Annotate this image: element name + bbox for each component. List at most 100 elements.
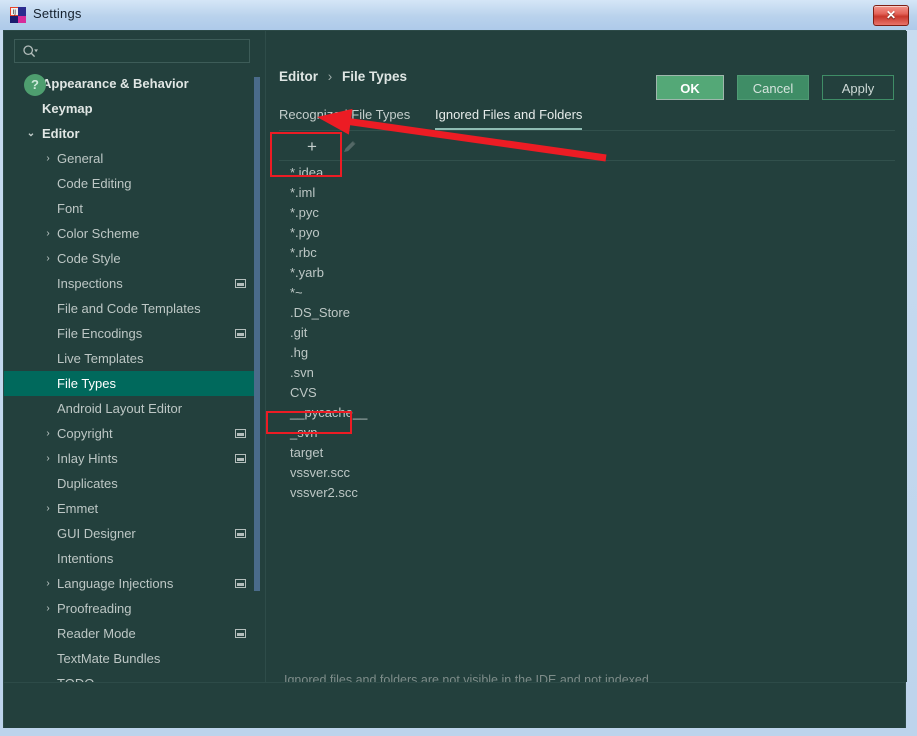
chevron-right-icon[interactable]: › bbox=[41, 496, 55, 521]
settings-dialog: ›Appearance & BehaviorKeymap⌄Editor›Gene… bbox=[3, 30, 907, 728]
sidebar-item-keymap[interactable]: Keymap bbox=[4, 96, 260, 121]
ignored-list-item[interactable]: target bbox=[279, 443, 895, 463]
chevron-right-icon[interactable]: › bbox=[41, 421, 55, 446]
ignored-list-item[interactable]: __pycache__ bbox=[279, 403, 895, 423]
sidebar-item-label: Proofreading bbox=[57, 601, 132, 616]
edit-ignored-pattern-button[interactable] bbox=[339, 137, 361, 157]
ignored-list-item[interactable]: .svn bbox=[279, 363, 895, 383]
breadcrumb: Editor › File Types bbox=[279, 69, 407, 84]
sidebar-item-label: Duplicates bbox=[57, 476, 118, 491]
ignored-list-item[interactable]: .git bbox=[279, 323, 895, 343]
sidebar-item-color-scheme[interactable]: › Color Scheme bbox=[4, 221, 260, 246]
intellij-logo-icon: IJ bbox=[10, 7, 26, 23]
sidebar-item-intentions[interactable]: Intentions bbox=[4, 546, 260, 571]
sidebar-scrollbar-thumb[interactable] bbox=[254, 77, 260, 591]
sidebar-item-todo[interactable]: TODO bbox=[4, 671, 260, 682]
cancel-button[interactable]: Cancel bbox=[737, 75, 809, 100]
sidebar-item-proofreading[interactable]: › Proofreading bbox=[4, 596, 260, 621]
ignored-list-item[interactable]: CVS bbox=[279, 383, 895, 403]
ignored-files-list[interactable]: *.idea *.iml *.pyc *.pyo *.rbc *.yarb *~ .DS_St… bbox=[279, 163, 895, 663]
close-window-button[interactable]: ✕ bbox=[873, 5, 909, 26]
close-icon: ✕ bbox=[885, 8, 897, 22]
sidebar-item-copyright[interactable]: › Copyright bbox=[4, 421, 260, 446]
chevron-down-icon[interactable]: ⌄ bbox=[24, 121, 38, 146]
sidebar-item-file-and-code-templates[interactable]: File and Code Templates bbox=[4, 296, 260, 321]
tab-ignored-files-and-folders[interactable]: Ignored Files and Folders bbox=[435, 99, 583, 130]
sidebar-item-label: File Types bbox=[57, 376, 117, 391]
project-scope-icon bbox=[235, 329, 246, 338]
ignored-list-item[interactable]: _svn bbox=[279, 423, 895, 443]
chevron-right-icon[interactable]: › bbox=[41, 146, 55, 171]
help-question-icon: ? bbox=[31, 77, 39, 92]
ignored-list-item[interactable]: .DS_Store bbox=[279, 303, 895, 323]
settings-window: IJ Settings ✕ › Appearance & Behavior Keym… bbox=[0, 0, 917, 736]
sidebar-item-android-layout-editor[interactable]: Android Layout Editor bbox=[4, 396, 260, 421]
sidebar-item-font[interactable]: Font bbox=[4, 196, 260, 221]
sidebar-item-reader-mode[interactable]: Reader Mode bbox=[4, 621, 260, 646]
sidebar-item-label: General bbox=[57, 151, 104, 166]
sidebar-item-duplicates[interactable]: Duplicates bbox=[4, 471, 260, 496]
project-scope-icon bbox=[235, 629, 246, 638]
sidebar-item-label: Keymap bbox=[42, 101, 93, 116]
help-button[interactable]: ? bbox=[24, 74, 46, 96]
sidebar-item-label: Android Layout Editor bbox=[57, 401, 183, 416]
sidebar-item-gui-designer[interactable]: GUI Designer bbox=[4, 521, 260, 546]
breadcrumb-parent[interactable]: Editor bbox=[279, 69, 318, 84]
ignored-list-item[interactable]: *.pyc bbox=[279, 203, 895, 223]
ok-button[interactable]: OK bbox=[656, 75, 724, 100]
sidebar-item-label: Inlay Hints bbox=[57, 451, 118, 466]
sidebar-item-label: Font bbox=[57, 201, 84, 216]
chevron-right-icon[interactable]: › bbox=[41, 596, 55, 621]
sidebar-item-label: Language Injections bbox=[57, 576, 174, 591]
sidebar-item-label: Editor bbox=[42, 126, 80, 141]
ignored-list-item[interactable]: *.pyo bbox=[279, 223, 895, 243]
sidebar-item-label: Color Scheme bbox=[57, 226, 140, 241]
search-input[interactable] bbox=[14, 39, 250, 63]
ignored-list-item[interactable]: .hg bbox=[279, 343, 895, 363]
sidebar-item-textmate-bundles[interactable]: TextMate Bundles bbox=[4, 646, 260, 671]
sidebar-item-file-encodings[interactable]: File Encodings bbox=[4, 321, 260, 346]
add-ignored-pattern-button[interactable]: + bbox=[301, 137, 323, 157]
file-types-tabs[interactable]: Recognized File Types Ignored Files and F… bbox=[266, 99, 907, 131]
ignored-list-item[interactable]: *.yarb bbox=[279, 263, 895, 283]
ignored-files-hint: Ignored files and folders are not visibl… bbox=[284, 673, 649, 682]
ignored-list-item[interactable]: vssver.scc bbox=[279, 463, 895, 483]
sidebar-item-editor[interactable]: ⌄ Editor bbox=[4, 121, 260, 146]
chevron-right-icon[interactable]: › bbox=[41, 446, 55, 471]
sidebar-item-language-injections[interactable]: › Language Injections bbox=[4, 571, 260, 596]
sidebar-item-label: File Encodings bbox=[57, 326, 143, 341]
ignored-list-item[interactable]: *.idea bbox=[279, 163, 895, 183]
ignored-list-item[interactable]: *.iml bbox=[279, 183, 895, 203]
apply-button[interactable]: Apply bbox=[822, 75, 894, 100]
sidebar-item-label: GUI Designer bbox=[57, 526, 136, 541]
project-scope-icon bbox=[235, 454, 246, 463]
sidebar-item-code-style[interactable]: › Code Style bbox=[4, 246, 260, 271]
sidebar-item-label: Reader Mode bbox=[57, 626, 136, 641]
sidebar-item-live-templates[interactable]: Live Templates bbox=[4, 346, 260, 371]
settings-tree[interactable]: ›Appearance & BehaviorKeymap⌄Editor›Gene… bbox=[4, 71, 260, 682]
tab-recognized-file-types[interactable]: Recognized File Types bbox=[279, 99, 410, 130]
title-bar: IJ Settings ✕ bbox=[0, 0, 917, 30]
sidebar-item-label: Live Templates bbox=[57, 351, 144, 366]
sidebar-item-label: Code Style bbox=[57, 251, 121, 266]
sidebar-item-general[interactable]: › General bbox=[4, 146, 260, 171]
sidebar-item-label: Copyright bbox=[57, 426, 113, 441]
chevron-right-icon[interactable]: › bbox=[41, 221, 55, 246]
window-title: Settings bbox=[33, 6, 82, 21]
sidebar-item-code-editing[interactable]: Code Editing bbox=[4, 171, 260, 196]
ignored-list-item[interactable]: *~ bbox=[279, 283, 895, 303]
chevron-right-icon[interactable]: › bbox=[41, 246, 55, 271]
sidebar-item-emmet[interactable]: › Emmet bbox=[4, 496, 260, 521]
svg-text:IJ: IJ bbox=[13, 9, 17, 16]
project-scope-icon bbox=[235, 279, 246, 288]
sidebar-item-file-types[interactable]: File Types bbox=[4, 371, 260, 396]
ignored-list-item[interactable]: vssver2.scc bbox=[279, 483, 895, 503]
ignored-list-item[interactable]: *.rbc bbox=[279, 243, 895, 263]
sidebar-item-inspections[interactable]: Inspections bbox=[4, 271, 260, 296]
sidebar-item-inlay-hints[interactable]: › Inlay Hints bbox=[4, 446, 260, 471]
project-scope-icon bbox=[235, 529, 246, 538]
sidebar-item-label: Appearance & Behavior bbox=[42, 76, 189, 91]
chevron-right-icon[interactable]: › bbox=[41, 571, 55, 596]
sidebar-item-label: Inspections bbox=[57, 276, 123, 291]
sidebar-item-label: Emmet bbox=[57, 501, 99, 516]
